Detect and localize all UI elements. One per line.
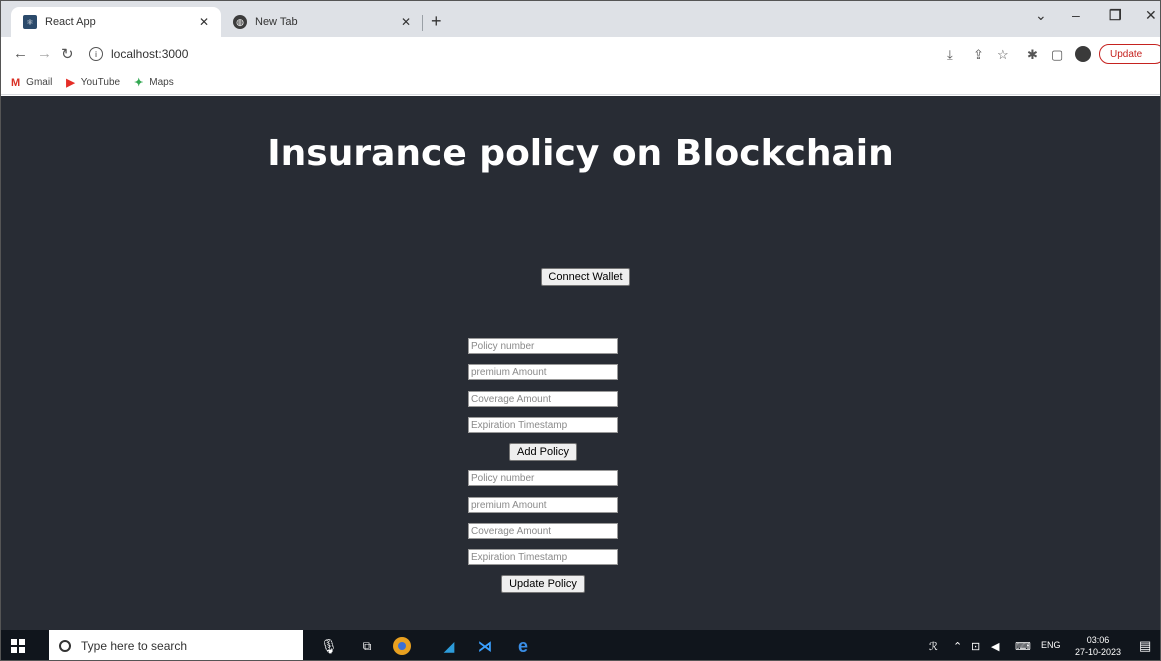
clock-date: 27-10-2023 xyxy=(1074,647,1122,657)
chrome-icon[interactable] xyxy=(393,637,411,655)
search-placeholder: Type here to search xyxy=(81,639,188,653)
update-premium-amount-input[interactable] xyxy=(468,497,618,513)
tab-new-tab[interactable]: ◍ New Tab ✕ xyxy=(223,7,423,37)
restore-icon[interactable]: ❐ xyxy=(1109,7,1122,24)
globe-icon: ◍ xyxy=(233,15,247,29)
info-icon[interactable]: i xyxy=(89,47,103,61)
update-coverage-amount-input[interactable] xyxy=(468,523,618,539)
tab-react-app[interactable]: ⚛ React App ✕ xyxy=(11,7,221,37)
update-expiration-timestamp-input[interactable] xyxy=(468,549,618,565)
bookmark-maps[interactable]: ✦ Maps xyxy=(134,76,174,89)
app-icon[interactable]: ◢ xyxy=(439,636,459,656)
keyboard-icon[interactable]: ⌨ xyxy=(1015,640,1031,653)
clock-time: 03:06 xyxy=(1086,635,1110,645)
add-policy-number-input[interactable] xyxy=(468,338,618,354)
bookmark-label: YouTube xyxy=(80,77,121,88)
share-icon[interactable]: ⇪ xyxy=(973,47,984,63)
bookmark-label: Gmail xyxy=(26,77,53,88)
person-icon[interactable]: ℛ xyxy=(929,640,938,653)
forward-icon[interactable]: → xyxy=(37,45,52,62)
bookmark-label: Maps xyxy=(149,77,174,88)
screen: ⚛ React App ✕ ◍ New Tab ✕ + ⌄ – ❐ ✕ ← → … xyxy=(0,0,1161,661)
edge-icon[interactable]: e xyxy=(513,636,533,656)
add-coverage-amount-input[interactable] xyxy=(468,391,618,407)
close-icon[interactable]: ✕ xyxy=(397,15,415,29)
vscode-icon[interactable]: ⋊ xyxy=(475,636,495,656)
new-tab-icon[interactable]: + xyxy=(431,11,442,32)
close-window-icon[interactable]: ✕ xyxy=(1145,7,1157,24)
clock[interactable]: 03:06 27-10-2023 xyxy=(1073,634,1123,658)
update-label: Update xyxy=(1110,48,1143,60)
bookmark-star-icon[interactable]: ☆ xyxy=(997,47,1009,63)
avatar[interactable] xyxy=(1075,46,1091,62)
task-view-icon[interactable]: ⧉ xyxy=(357,636,377,656)
network-icon[interactable]: ⊡ xyxy=(971,640,980,653)
bookmark-gmail[interactable]: M Gmail xyxy=(11,77,52,89)
install-icon[interactable]: ⤓ xyxy=(947,47,953,63)
react-icon: ⚛ xyxy=(23,15,37,29)
windows-start-icon[interactable] xyxy=(11,639,25,653)
minimize-icon[interactable]: – xyxy=(1072,7,1080,23)
add-policy-button[interactable]: Add Policy xyxy=(509,443,577,461)
side-panel-icon[interactable]: ▢ xyxy=(1051,47,1063,63)
bookmarks-bar: M Gmail ▶ YouTube ✦ Maps xyxy=(1,71,1160,95)
page-title: Insurance policy on Blockchain xyxy=(267,133,894,174)
speaker-icon[interactable]: ◀ xyxy=(991,640,999,653)
address-bar[interactable]: i localhost:3000 xyxy=(89,43,188,65)
microphone-icon[interactable]: 🎙 xyxy=(319,636,339,656)
app-content: Insurance policy on Blockchain Connect W… xyxy=(1,96,1160,630)
tab-title: New Tab xyxy=(255,16,298,28)
chevron-down-icon[interactable]: ⌄ xyxy=(1035,7,1047,24)
gmail-icon: M xyxy=(11,76,21,89)
reload-icon[interactable]: ↻ xyxy=(61,45,74,63)
update-button[interactable]: Update xyxy=(1099,44,1160,64)
connect-wallet-button[interactable]: Connect Wallet xyxy=(541,268,630,286)
youtube-icon: ▶ xyxy=(66,77,75,89)
back-icon[interactable]: ← xyxy=(13,45,28,62)
browser-toolbar: ← → ↻ i localhost:3000 ⤓ ⇪ ☆ ✱ ▢ Update xyxy=(1,37,1160,71)
bookmark-youtube[interactable]: ▶ YouTube xyxy=(66,76,120,89)
update-policy-button[interactable]: Update Policy xyxy=(501,575,585,593)
taskbar-search[interactable]: Type here to search xyxy=(49,630,303,660)
add-expiration-timestamp-input[interactable] xyxy=(468,417,618,433)
close-icon[interactable]: ✕ xyxy=(195,15,213,29)
search-icon xyxy=(59,640,71,652)
update-policy-number-input[interactable] xyxy=(468,470,618,486)
extensions-icon[interactable]: ✱ xyxy=(1027,47,1038,63)
add-premium-amount-input[interactable] xyxy=(468,364,618,380)
tab-title: React App xyxy=(45,16,96,28)
chevron-up-icon[interactable]: ⌃ xyxy=(953,640,962,653)
tab-strip: ⚛ React App ✕ ◍ New Tab ✕ + ⌄ – ❐ ✕ xyxy=(1,1,1160,37)
taskbar: Type here to search 🎙 ⧉ ◢ ⋊ e ℛ ⌃ ⊡ ◀ ⌨ … xyxy=(1,630,1160,660)
address-text: localhost:3000 xyxy=(111,47,189,61)
tab-separator xyxy=(422,15,423,31)
language-indicator[interactable]: ENG xyxy=(1041,640,1061,650)
notification-icon[interactable]: ▤ xyxy=(1139,638,1151,654)
maps-icon: ✦ xyxy=(134,77,144,89)
